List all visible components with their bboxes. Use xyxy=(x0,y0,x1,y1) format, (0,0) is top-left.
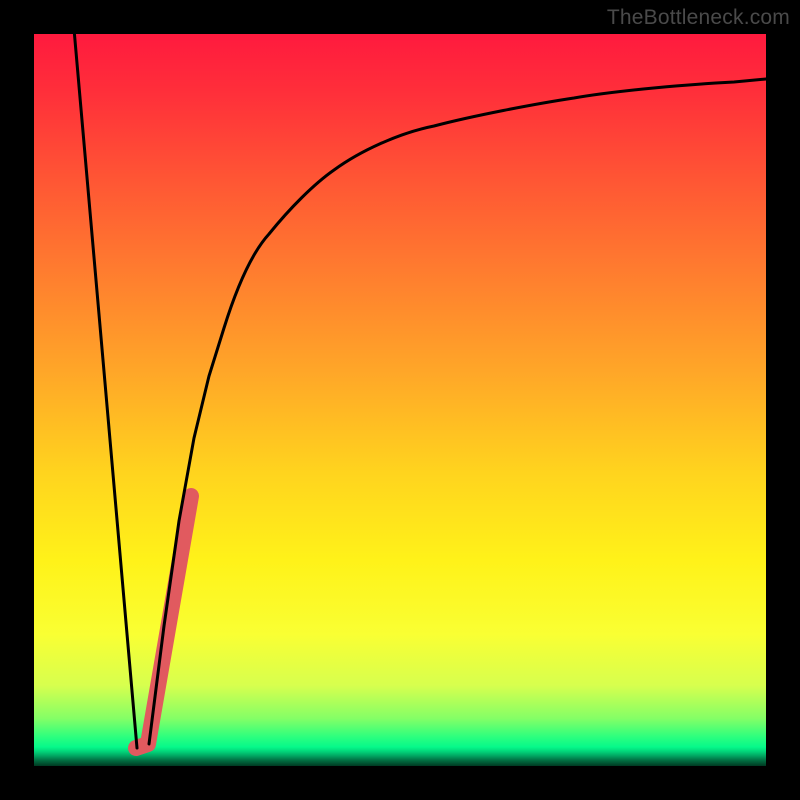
left-descending-curve xyxy=(74,29,137,748)
chart-svg xyxy=(34,34,766,766)
chart-frame: TheBottleneck.com xyxy=(0,0,800,800)
right-rising-curve xyxy=(149,79,766,744)
watermark-text: TheBottleneck.com xyxy=(607,6,790,30)
